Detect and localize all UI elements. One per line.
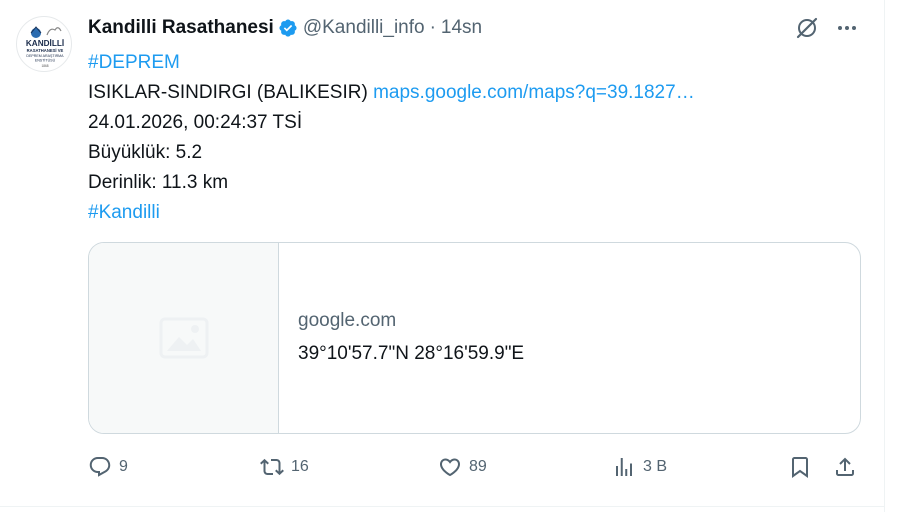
author-name[interactable]: Kandilli Rasathanesi bbox=[88, 17, 274, 39]
repost-button[interactable]: 16 bbox=[260, 452, 309, 482]
datetime-text: 24.01.2026, 00:24:37 TSİ bbox=[88, 112, 303, 133]
repost-count: 16 bbox=[291, 458, 309, 475]
views-icon bbox=[616, 458, 632, 476]
grok-button[interactable] bbox=[794, 15, 820, 41]
card-domain: google.com bbox=[298, 310, 397, 331]
grok-icon bbox=[796, 17, 818, 39]
like-count: 89 bbox=[469, 458, 487, 475]
timeline-right-border bbox=[884, 0, 885, 512]
hashtag-deprem[interactable]: #DEPREM bbox=[88, 52, 180, 73]
verified-badge-icon[interactable] bbox=[278, 18, 298, 38]
card-title: 39°10'57.7"N 28°16'59.9"E bbox=[298, 343, 525, 364]
reply-button[interactable]: 9 bbox=[88, 452, 128, 482]
svg-text:RASATHANESİ VE: RASATHANESİ VE bbox=[27, 48, 64, 53]
views-count: 3 B bbox=[643, 458, 668, 475]
author-handle[interactable]: @Kandilli_info bbox=[303, 17, 425, 39]
more-button[interactable] bbox=[834, 15, 860, 41]
share-button[interactable] bbox=[833, 452, 857, 482]
link-card-icon bbox=[159, 317, 209, 359]
tweet-actions: 9 16 89 3 B bbox=[88, 452, 868, 482]
svg-text:KANDİLLİ: KANDİLLİ bbox=[26, 38, 64, 48]
svg-text:ENSTİTÜSÜ: ENSTİTÜSÜ bbox=[35, 58, 56, 63]
reply-count: 9 bbox=[119, 458, 128, 475]
link-preview-card[interactable]: google.com 39°10'57.7"N 28°16'59.9"E bbox=[88, 242, 861, 434]
location-text: ISIKLAR-SINDIRGI (BALIKESIR) bbox=[88, 82, 368, 103]
kandilli-logo-icon: KANDİLLİ RASATHANESİ VE DEPREM ARAŞTIRMA… bbox=[26, 26, 64, 68]
card-thumbnail bbox=[89, 243, 279, 433]
header-separator: · bbox=[429, 17, 436, 38]
hashtag-kandilli[interactable]: #Kandilli bbox=[88, 202, 160, 223]
map-link[interactable]: maps.google.com/maps?q=39.1827… bbox=[373, 82, 695, 103]
reply-icon bbox=[89, 457, 111, 477]
repost-icon bbox=[260, 458, 284, 476]
tweet-time[interactable]: 14sn bbox=[441, 17, 482, 39]
bookmark-icon bbox=[792, 457, 808, 478]
svg-text:DEPREM ARAŞTIRMA: DEPREM ARAŞTIRMA bbox=[26, 54, 64, 58]
magnitude-text: Büyüklük: 5.2 bbox=[88, 142, 203, 163]
share-icon bbox=[836, 457, 854, 476]
like-button[interactable]: 89 bbox=[438, 452, 487, 482]
tweet-header: Kandilli Rasathanesi @Kandilli_info · 14… bbox=[88, 14, 482, 42]
tweet-text: #DEPREM ISIKLAR-SINDIRGI (BALIKESIR) map… bbox=[88, 48, 695, 228]
bookmark-button[interactable] bbox=[788, 452, 812, 482]
avatar[interactable]: KANDİLLİ RASATHANESİ VE DEPREM ARAŞTIRMA… bbox=[16, 16, 72, 72]
views-button[interactable]: 3 B bbox=[612, 452, 667, 482]
tweet-bottom-border bbox=[0, 506, 885, 507]
depth-text: Derinlik: 11.3 km bbox=[88, 172, 229, 193]
more-icon bbox=[838, 26, 856, 30]
svg-text:1868: 1868 bbox=[41, 64, 48, 68]
like-icon bbox=[439, 458, 461, 477]
